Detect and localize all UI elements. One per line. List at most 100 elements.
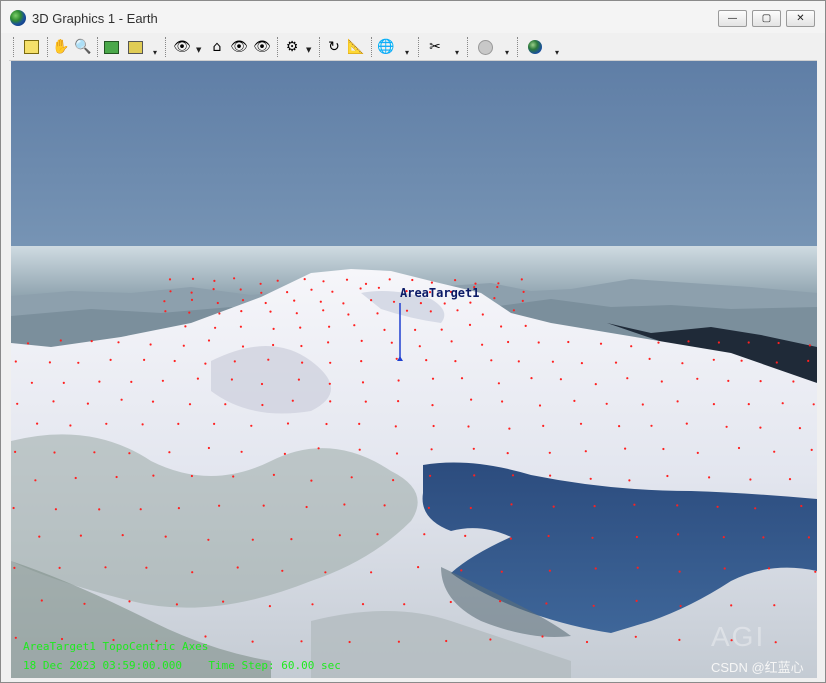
eye-from-icon[interactable]: 👁 (229, 37, 249, 57)
grid-point (781, 402, 784, 405)
toolbar-grip[interactable] (517, 37, 520, 57)
grid-point (423, 533, 426, 536)
eye-to-icon[interactable]: 👁 (252, 37, 272, 57)
grid-point (696, 377, 699, 380)
home-view-icon[interactable]: ⌂ (207, 37, 227, 57)
grid-point (425, 359, 428, 362)
grid-point (161, 379, 164, 382)
grid-point (390, 341, 393, 344)
area-target-label[interactable]: AreaTarget1 (400, 286, 479, 300)
3d-viewport[interactable]: AreaTarget1 AGI AreaTarget1 TopoCentric … (11, 61, 817, 678)
grid-point (268, 605, 271, 608)
eye-view-icon[interactable]: 👁 (172, 37, 192, 57)
toolbar-grip[interactable] (13, 37, 16, 57)
toolbar: ✋ 🔍 ▾ 👁 ▼ ⌂ 👁 👁 ⚙ ▼ ↻ 📐 🌐 ▾ ✂ ▾ ▾ ▾ (9, 34, 817, 61)
earth-icon (10, 10, 26, 26)
grid-point (509, 537, 512, 540)
snapshot-icon[interactable] (125, 37, 145, 57)
toolbar-grip[interactable] (165, 37, 168, 57)
grid-point (77, 361, 80, 364)
grid-point (297, 378, 300, 381)
globe-icon[interactable]: 🌐 (376, 37, 396, 57)
grid-point (58, 566, 61, 569)
grid-point (120, 398, 123, 401)
grid-point (511, 474, 515, 477)
grid-point (454, 360, 457, 363)
window-title: 3D Graphics 1 - Earth (32, 11, 158, 26)
grid-point (392, 479, 395, 482)
grid-point (269, 310, 272, 313)
minimize-button[interactable]: — (718, 10, 747, 27)
grid-point (331, 290, 334, 293)
grid-point (559, 378, 563, 381)
toolbar-overflow-button[interactable]: ▾ (503, 40, 511, 58)
zoom-icon[interactable]: 🔍 (73, 37, 93, 57)
toolbar-overflow-button[interactable]: ▾ (453, 40, 461, 58)
record-icon[interactable] (475, 37, 495, 57)
grid-point (712, 403, 716, 406)
grid-point (348, 640, 351, 644)
grid-point (214, 326, 217, 329)
grid-point (773, 450, 776, 453)
grid-point (139, 508, 142, 511)
grid-point (579, 422, 583, 425)
grid-point (145, 566, 148, 569)
toolbar-overflow-button[interactable]: ▾ (553, 40, 561, 58)
grid-point (774, 641, 777, 644)
grid-point (251, 538, 254, 541)
grid-point (397, 379, 400, 382)
grid-point (12, 506, 15, 510)
grid-point (418, 345, 421, 348)
close-button[interactable]: ✕ (786, 10, 815, 27)
grid-point (730, 604, 733, 607)
grid-point (666, 474, 669, 478)
grid-point (626, 377, 629, 380)
view-objects-icon[interactable]: ⚙ (282, 37, 302, 57)
eye-view-dropdown-icon[interactable]: ▼ (196, 46, 204, 54)
grid-point (552, 505, 555, 508)
agi-logo: AGI (711, 621, 766, 652)
grid-point (605, 402, 608, 405)
tools-icon[interactable]: ✂ (425, 37, 445, 57)
grid-point (497, 282, 500, 285)
earth-icon[interactable] (525, 37, 545, 57)
grid-point (290, 538, 293, 541)
grid-point (537, 341, 540, 344)
grid-point (754, 507, 757, 510)
grid-point (345, 278, 349, 281)
grid-point (520, 278, 523, 281)
grid-point (26, 342, 30, 345)
toolbar-overflow-button[interactable]: ▾ (403, 40, 411, 58)
grid-point (468, 323, 472, 326)
toolbar-grip[interactable] (418, 37, 421, 57)
toolbar-overflow-button[interactable]: ▾ (151, 40, 159, 58)
grid-point (676, 400, 679, 403)
properties-icon[interactable] (21, 37, 41, 57)
grid-point (545, 602, 548, 605)
grid-point (747, 403, 750, 406)
toolbar-grip[interactable] (467, 37, 470, 57)
toolbar-separator (47, 37, 50, 57)
grid-point (143, 358, 146, 361)
grid-point (224, 403, 227, 406)
view-objects-dropdown-icon[interactable]: ▼ (306, 46, 314, 54)
grid-point (310, 288, 313, 291)
grid-point (773, 604, 776, 607)
title-bar[interactable]: 3D Graphics 1 - Earth — ▢ ✕ (1, 1, 825, 33)
pan-hand-icon[interactable]: ✋ (51, 37, 71, 57)
map-icon[interactable] (101, 37, 121, 57)
grid-point (685, 422, 688, 425)
grid-point (177, 422, 180, 425)
grid-point (240, 310, 243, 313)
grid-point (177, 507, 180, 510)
grid-point (431, 404, 434, 407)
rotate-icon[interactable]: ↻ (324, 37, 344, 57)
measure-icon[interactable]: 📐 (346, 37, 366, 57)
grid-point (93, 451, 96, 454)
grid-point (740, 359, 743, 362)
grid-point (261, 403, 264, 407)
grid-point (328, 382, 331, 385)
maximize-button[interactable]: ▢ (752, 10, 781, 27)
grid-point (807, 359, 810, 362)
grid-point (634, 635, 637, 638)
